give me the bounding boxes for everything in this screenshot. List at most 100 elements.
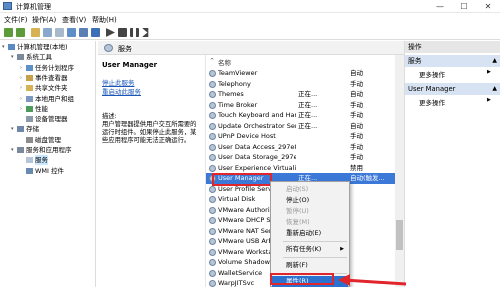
collapse-arrow-icon[interactable]: › bbox=[20, 73, 22, 83]
service-gear-icon bbox=[209, 122, 216, 130]
tree-item-label: 磁盘管理 bbox=[35, 135, 61, 144]
description-label: 描述: bbox=[102, 113, 117, 120]
menu-action[interactable]: 操作(A) bbox=[32, 15, 56, 25]
sort-arrow-icon: ^ bbox=[210, 58, 215, 64]
actions-section-user-manager[interactable]: User Manager ▲ bbox=[405, 83, 500, 95]
service-name: User Data Access_297e8c... bbox=[218, 142, 296, 151]
tree-node-icon bbox=[26, 167, 33, 174]
tree-node-icon bbox=[26, 105, 33, 112]
annotation-arrow-icon bbox=[338, 274, 407, 286]
tree-item-label: 系统工具 bbox=[26, 53, 52, 62]
service-row[interactable]: User Data Storage_297e8... 手动 bbox=[206, 152, 404, 163]
more-actions-services[interactable]: 更多操作 ▶ bbox=[419, 69, 491, 79]
tree-node-icon bbox=[17, 54, 24, 61]
collapse-arrow-icon[interactable]: ▲ bbox=[492, 83, 497, 95]
service-row[interactable]: TeamViewer 自动 bbox=[206, 68, 404, 79]
tree-item-label: WMI 控件 bbox=[35, 166, 65, 175]
tree-node-icon bbox=[17, 126, 24, 133]
service-gear-icon bbox=[209, 269, 216, 277]
stop-service-icon[interactable] bbox=[118, 28, 127, 37]
show-tree-icon[interactable] bbox=[43, 28, 52, 37]
service-row[interactable]: Time Broker 正在... 手动 bbox=[206, 100, 404, 111]
properties-icon[interactable] bbox=[79, 28, 88, 37]
collapse-arrow-icon[interactable]: › bbox=[20, 94, 22, 104]
service-row[interactable]: Telephony 手动 bbox=[206, 79, 404, 90]
service-gear-icon bbox=[209, 248, 216, 256]
service-status: 正在... bbox=[298, 121, 318, 130]
services-header: 服务 bbox=[98, 41, 404, 55]
restart-service-link[interactable]: 重启动此服务 bbox=[102, 86, 141, 96]
close-button[interactable]: ✕ bbox=[476, 0, 500, 13]
expand-arrow-icon[interactable]: ▾ bbox=[11, 145, 14, 155]
service-row[interactable]: Update Orchestrator Ser... 正在... 自动 bbox=[206, 121, 404, 132]
service-row[interactable]: Themes 正在... 自动 bbox=[206, 89, 404, 100]
pause-service-icon[interactable] bbox=[130, 28, 139, 37]
service-startup-type: 手动 bbox=[350, 79, 363, 88]
service-name: Time Broker bbox=[218, 100, 258, 109]
start-service-icon[interactable] bbox=[106, 28, 115, 37]
more-actions-label: 更多操作 bbox=[419, 99, 445, 107]
service-startup-type: 手动 bbox=[350, 142, 363, 151]
help-icon[interactable] bbox=[91, 28, 100, 37]
more-actions-label: 更多操作 bbox=[419, 71, 445, 79]
service-gear-icon bbox=[209, 206, 216, 214]
tree-node-icon bbox=[26, 74, 33, 81]
service-gear-icon bbox=[209, 133, 216, 140]
service-row[interactable]: User Experience Virtualiz... 禁用 bbox=[206, 163, 404, 174]
collapse-arrow-icon[interactable]: › bbox=[20, 83, 22, 93]
actions-section-services-label: 服务 bbox=[408, 57, 422, 65]
forward-icon[interactable] bbox=[16, 28, 25, 37]
column-name-header[interactable]: 名称 bbox=[218, 57, 231, 67]
description-text: 用户管理器提供用户交互所需要的运行时组件。如果停止此服务，某些应用程序可能无法正… bbox=[102, 121, 197, 144]
menu-bar: 文件(F) 操作(A) 查看(V) 帮助(H) bbox=[0, 13, 500, 25]
collapse-arrow-icon[interactable]: › bbox=[20, 104, 22, 114]
tree-node-icon bbox=[8, 44, 15, 50]
service-name: UPnP Device Host bbox=[218, 132, 276, 140]
service-row[interactable]: Touch Keyboard and Han...正在... 手动 bbox=[206, 110, 404, 121]
collapse-arrow-icon[interactable]: › bbox=[20, 63, 22, 73]
tree-item-label: 服务 bbox=[35, 155, 48, 166]
tree-node-icon bbox=[26, 136, 33, 143]
service-startup-type: 手动 bbox=[350, 153, 363, 161]
service-gear-icon bbox=[209, 143, 216, 151]
service-status: 正在... bbox=[298, 90, 318, 98]
tree-node-icon bbox=[26, 95, 33, 102]
service-row[interactable]: UPnP Device Host 手动 bbox=[206, 131, 404, 142]
service-gear-icon bbox=[209, 154, 216, 161]
submenu-arrow-icon: ▶ bbox=[487, 69, 491, 75]
service-gear-icon bbox=[209, 80, 216, 88]
service-startup-type: 手动 bbox=[350, 111, 363, 119]
tree-item-label: 服务和应用程序 bbox=[26, 146, 72, 154]
service-description-pane: User Manager 停止此服务 重启动此服务 描述: 用户管理器提供用户交… bbox=[98, 55, 206, 287]
tree-item-label: 设备管理器 bbox=[35, 115, 68, 124]
menu-help[interactable]: 帮助(H) bbox=[92, 15, 117, 25]
restart-service-icon[interactable] bbox=[142, 28, 149, 37]
menu-file[interactable]: 文件(F) bbox=[4, 15, 28, 25]
tree-item-label: 共享文件夹 bbox=[35, 84, 68, 93]
service-gear-icon bbox=[209, 217, 216, 224]
minimize-button[interactable]: — bbox=[428, 0, 452, 13]
service-name: User Data Storage_297e8... bbox=[218, 153, 296, 161]
back-icon[interactable] bbox=[4, 28, 13, 37]
service-gear-icon bbox=[209, 91, 216, 98]
tree-item-label: 存储 bbox=[26, 125, 39, 134]
tree-item-label: 本地用户和组 bbox=[35, 94, 74, 103]
refresh-icon[interactable] bbox=[67, 28, 76, 37]
export-icon[interactable] bbox=[55, 28, 64, 37]
menu-view[interactable]: 查看(V) bbox=[62, 15, 86, 25]
maximize-button[interactable]: ☐ bbox=[452, 0, 476, 13]
expand-arrow-icon[interactable]: ▾ bbox=[11, 124, 14, 134]
service-gear-icon bbox=[209, 112, 216, 119]
actions-section-services[interactable]: 服务 ▲ bbox=[405, 55, 500, 67]
service-row[interactable]: User Data Access_297e8c... 手动 bbox=[206, 142, 404, 153]
expand-arrow-icon[interactable]: ▾ bbox=[2, 42, 5, 52]
expand-arrow-icon[interactable]: ▾ bbox=[11, 52, 14, 62]
collapse-arrow-icon[interactable]: ▲ bbox=[492, 55, 497, 67]
tree-node-icon bbox=[26, 85, 33, 92]
selected-service-name: User Manager bbox=[102, 61, 158, 69]
service-status: 正在... bbox=[298, 111, 318, 119]
up-folder-icon[interactable] bbox=[31, 28, 40, 37]
more-actions-user-manager[interactable]: 更多操作 ▶ bbox=[419, 97, 491, 107]
services-header-title: 服务 bbox=[118, 45, 132, 53]
actions-header: 操作 bbox=[405, 41, 500, 53]
